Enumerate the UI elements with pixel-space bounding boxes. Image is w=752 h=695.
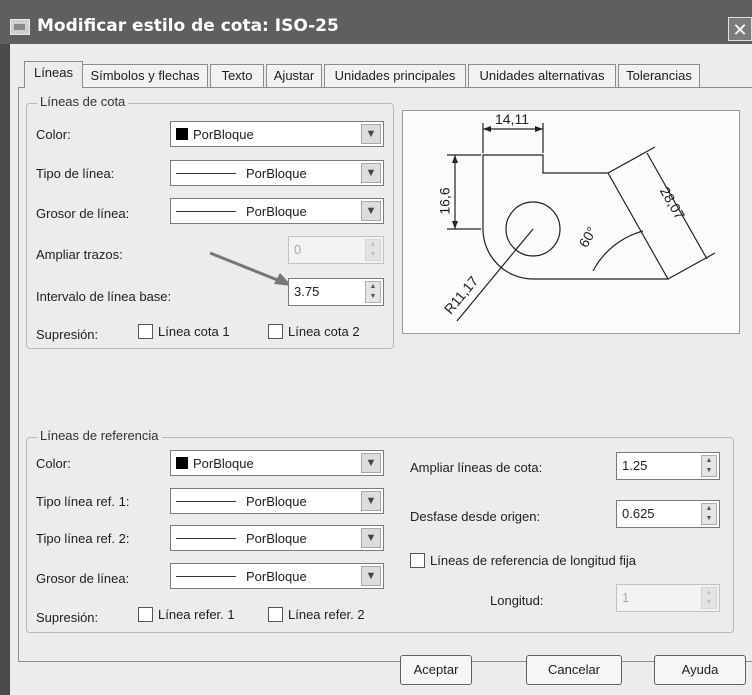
cancelar-button[interactable]: Cancelar xyxy=(526,655,622,685)
tipo-ref1-combo[interactable]: PorBloque ▼ xyxy=(170,488,384,514)
desfase-value: 0.625 xyxy=(622,506,655,521)
dim-left-label: 16,6 xyxy=(436,187,453,215)
tipo-ref2-combo[interactable]: PorBloque ▼ xyxy=(170,525,384,551)
linetype-sample xyxy=(176,537,236,539)
checkbox-box[interactable] xyxy=(268,324,283,339)
tipo-ref1-value: PorBloque xyxy=(246,493,307,509)
ampliar-lineas-value: 1.25 xyxy=(622,458,648,473)
dialog-window: Modificar estilo de cota: ISO-25 ✕ Línea… xyxy=(0,0,752,695)
spin-arrows-icon[interactable]: ▲ ▼ xyxy=(365,239,381,261)
color-swatch xyxy=(176,128,188,140)
ampliar-lineas-spinner[interactable]: 1.25 ▲ ▼ xyxy=(616,452,720,480)
desfase-spinner[interactable]: 0.625 ▲ ▼ xyxy=(616,500,720,528)
tipo-ref1-label: Tipo línea ref. 1: xyxy=(36,494,130,509)
longitud-spinner[interactable]: 1 ▲ ▼ xyxy=(616,584,720,612)
spin-arrows-icon[interactable]: ▲ ▼ xyxy=(701,503,717,525)
tab-ajustar[interactable]: Ajustar xyxy=(266,64,322,87)
intervalo-value: 3.75 xyxy=(294,284,320,299)
aceptar-button[interactable]: Aceptar xyxy=(400,655,472,685)
checkbox-box[interactable] xyxy=(268,607,283,622)
checkbox-label: Línea cota 2 xyxy=(288,324,360,339)
color-combo[interactable]: PorBloque ▼ xyxy=(170,121,384,147)
intervalo-label: Intervalo de línea base: xyxy=(36,289,172,304)
ref-grosor-value: PorBloque xyxy=(246,568,307,584)
tipo-linea-label: Tipo de línea: xyxy=(36,166,115,181)
dim-top-label: 14,11 xyxy=(495,111,529,127)
checkbox-label: Líneas de referencia de longitud fija xyxy=(430,553,636,568)
ref-supresion-label: Supresión: xyxy=(36,610,99,625)
tipo-ref2-label: Tipo línea ref. 2: xyxy=(36,531,130,546)
desfase-label: Desfase desde origen: xyxy=(410,509,541,524)
longitud-label: Longitud: xyxy=(490,593,544,608)
grosor-linea-label: Grosor de línea: xyxy=(36,206,130,221)
window-title: Modificar estilo de cota: ISO-25 xyxy=(37,16,339,36)
spin-arrows-icon[interactable]: ▲ ▼ xyxy=(701,455,717,477)
preview-pane: 14,11 16,6 28,07 60° R11,17 xyxy=(402,110,740,334)
ref-grosor-label: Grosor de línea: xyxy=(36,571,130,586)
chevron-down-icon[interactable]: ▼ xyxy=(361,163,381,183)
checkbox-box[interactable] xyxy=(138,324,153,339)
group-legend: Líneas de cota xyxy=(37,94,129,109)
chevron-down-icon[interactable]: ▼ xyxy=(361,201,381,221)
tab-simbolos-flechas[interactable]: Símbolos y flechas xyxy=(82,64,208,87)
ref-grosor-combo[interactable]: PorBloque ▼ xyxy=(170,563,384,589)
tab-texto[interactable]: Texto xyxy=(210,64,264,87)
ref-color-value: PorBloque xyxy=(193,455,254,471)
checkbox-box[interactable] xyxy=(138,607,153,622)
longitud-fija-checkbox[interactable]: Líneas de referencia de longitud fija xyxy=(410,553,636,568)
chevron-down-icon[interactable]: ▼ xyxy=(361,124,381,144)
tab-unidades-alternativas[interactable]: Unidades alternativas xyxy=(468,64,616,87)
supresion-label: Supresión: xyxy=(36,327,99,342)
ampliar-trazos-spinner[interactable]: 0 ▲ ▼ xyxy=(288,236,384,264)
ref-color-combo[interactable]: PorBloque ▼ xyxy=(170,450,384,476)
intervalo-spinner[interactable]: 3.75 ▲ ▼ xyxy=(288,278,384,306)
spin-arrows-icon[interactable]: ▲ ▼ xyxy=(365,281,381,303)
chevron-down-icon[interactable]: ▼ xyxy=(361,566,381,586)
window-frame xyxy=(0,44,10,695)
tab-tolerancias[interactable]: Tolerancias xyxy=(618,64,700,87)
grosor-linea-combo[interactable]: PorBloque ▼ xyxy=(170,198,384,224)
ref-color-label: Color: xyxy=(36,456,71,471)
lineweight-sample xyxy=(176,210,236,212)
tab-lineas[interactable]: Líneas xyxy=(24,61,83,88)
linetype-sample xyxy=(176,500,236,502)
app-icon xyxy=(10,19,30,35)
color-value: PorBloque xyxy=(193,126,254,142)
linetype-sample xyxy=(176,172,236,174)
chevron-down-icon[interactable]: ▼ xyxy=(361,453,381,473)
ampliar-lineas-label: Ampliar líneas de cota: xyxy=(410,460,543,475)
ampliar-trazos-label: Ampliar trazos: xyxy=(36,247,123,262)
checkbox-label: Línea cota 1 xyxy=(158,324,230,339)
checkbox-box[interactable] xyxy=(410,553,425,568)
linea-cota-1-checkbox[interactable]: Línea cota 1 xyxy=(138,324,230,339)
tab-unidades-principales[interactable]: Unidades principales xyxy=(324,64,466,87)
tipo-linea-combo[interactable]: PorBloque ▼ xyxy=(170,160,384,186)
linea-cota-2-checkbox[interactable]: Línea cota 2 xyxy=(268,324,360,339)
color-label: Color: xyxy=(36,127,71,142)
tipo-linea-value: PorBloque xyxy=(246,165,307,181)
checkbox-label: Línea refer. 2 xyxy=(288,607,365,622)
close-button[interactable]: ✕ xyxy=(728,17,752,41)
group-legend: Líneas de referencia xyxy=(37,428,162,443)
chevron-down-icon[interactable]: ▼ xyxy=(361,491,381,511)
title-bar: Modificar estilo de cota: ISO-25 ✕ xyxy=(0,0,752,44)
chevron-down-icon[interactable]: ▼ xyxy=(361,528,381,548)
tipo-ref2-value: PorBloque xyxy=(246,530,307,546)
ayuda-button[interactable]: Ayuda xyxy=(654,655,746,685)
annotation-arrow xyxy=(209,251,292,286)
linea-refer-2-checkbox[interactable]: Línea refer. 2 xyxy=(268,607,365,622)
spin-arrows-icon[interactable]: ▲ ▼ xyxy=(701,587,717,609)
lineweight-sample xyxy=(176,575,236,577)
longitud-value: 1 xyxy=(622,590,630,605)
color-swatch xyxy=(176,457,188,469)
checkbox-label: Línea refer. 1 xyxy=(158,607,235,622)
linea-refer-1-checkbox[interactable]: Línea refer. 1 xyxy=(138,607,235,622)
grosor-linea-value: PorBloque xyxy=(246,203,307,219)
